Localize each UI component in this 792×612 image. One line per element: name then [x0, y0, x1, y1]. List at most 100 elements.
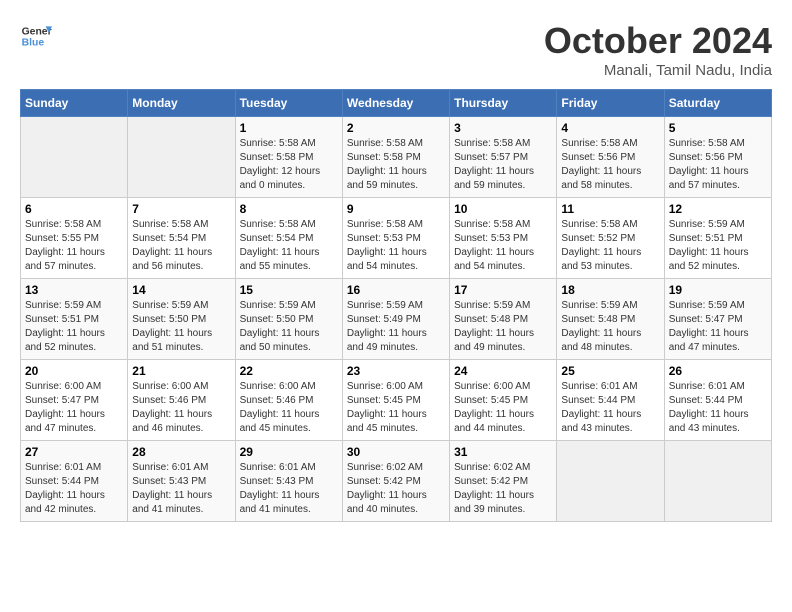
day-info: Sunrise: 6:01 AM Sunset: 5:43 PM Dayligh…: [132, 461, 230, 517]
day-number: 6: [25, 202, 123, 216]
day-info: Sunrise: 6:01 AM Sunset: 5:44 PM Dayligh…: [25, 461, 123, 517]
day-number: 23: [347, 364, 445, 378]
calendar-cell: 4 Sunrise: 5:58 AM Sunset: 5:56 PM Daylig…: [557, 117, 664, 198]
calendar-cell: 28 Sunrise: 6:01 AM Sunset: 5:43 PM Dayli…: [128, 441, 235, 522]
day-number: 3: [454, 121, 552, 135]
day-number: 2: [347, 121, 445, 135]
calendar-cell: 31 Sunrise: 6:02 AM Sunset: 5:42 PM Dayli…: [450, 441, 557, 522]
day-number: 29: [240, 445, 338, 459]
calendar-cell: 24 Sunrise: 6:00 AM Sunset: 5:45 PM Dayli…: [450, 360, 557, 441]
day-info: Sunrise: 5:58 AM Sunset: 5:54 PM Dayligh…: [132, 218, 230, 274]
day-info: Sunrise: 6:00 AM Sunset: 5:47 PM Dayligh…: [25, 380, 123, 436]
svg-text:Blue: Blue: [22, 38, 45, 49]
day-info: Sunrise: 6:01 AM Sunset: 5:44 PM Dayligh…: [669, 380, 767, 436]
day-info: Sunrise: 6:01 AM Sunset: 5:43 PM Dayligh…: [240, 461, 338, 517]
day-info: Sunrise: 5:59 AM Sunset: 5:51 PM Dayligh…: [25, 299, 123, 355]
calendar-cell: 12 Sunrise: 5:59 AM Sunset: 5:51 PM Dayli…: [664, 198, 771, 279]
day-number: 28: [132, 445, 230, 459]
day-info: Sunrise: 5:58 AM Sunset: 5:52 PM Dayligh…: [561, 218, 659, 274]
day-number: 8: [240, 202, 338, 216]
calendar-cell: 22 Sunrise: 6:00 AM Sunset: 5:46 PM Dayli…: [235, 360, 342, 441]
day-number: 15: [240, 283, 338, 297]
day-number: 5: [669, 121, 767, 135]
day-info: Sunrise: 5:59 AM Sunset: 5:47 PM Dayligh…: [669, 299, 767, 355]
day-info: Sunrise: 5:59 AM Sunset: 5:48 PM Dayligh…: [454, 299, 552, 355]
day-number: 17: [454, 283, 552, 297]
day-number: 14: [132, 283, 230, 297]
calendar-cell: 16 Sunrise: 5:59 AM Sunset: 5:49 PM Dayli…: [342, 279, 449, 360]
logo: General Blue: [20, 20, 52, 52]
calendar-cell: 6 Sunrise: 5:58 AM Sunset: 5:55 PM Daylig…: [21, 198, 128, 279]
day-number: 26: [669, 364, 767, 378]
calendar-cell: 19 Sunrise: 5:59 AM Sunset: 5:47 PM Dayli…: [664, 279, 771, 360]
day-header-wednesday: Wednesday: [342, 90, 449, 117]
day-number: 18: [561, 283, 659, 297]
calendar-cell: 23 Sunrise: 6:00 AM Sunset: 5:45 PM Dayli…: [342, 360, 449, 441]
day-number: 9: [347, 202, 445, 216]
day-info: Sunrise: 5:58 AM Sunset: 5:57 PM Dayligh…: [454, 137, 552, 193]
day-info: Sunrise: 5:58 AM Sunset: 5:53 PM Dayligh…: [347, 218, 445, 274]
calendar-table: SundayMondayTuesdayWednesdayThursdayFrid…: [20, 89, 772, 522]
calendar-cell: 21Sunrise: 6:00 AM Sunset: 5:46 PM Dayli…: [128, 360, 235, 441]
day-info: Sunrise: 6:00 AM Sunset: 5:45 PM Dayligh…: [347, 380, 445, 436]
calendar-cell: 25 Sunrise: 6:01 AM Sunset: 5:44 PM Dayli…: [557, 360, 664, 441]
day-number: 1: [240, 121, 338, 135]
day-info: Sunrise: 6:01 AM Sunset: 5:44 PM Dayligh…: [561, 380, 659, 436]
day-number: 19: [669, 283, 767, 297]
calendar-cell: 30 Sunrise: 6:02 AM Sunset: 5:42 PM Dayli…: [342, 441, 449, 522]
day-info: Sunrise: 5:59 AM Sunset: 5:50 PM Dayligh…: [240, 299, 338, 355]
day-info: Sunrise: 5:59 AM Sunset: 5:50 PM Dayligh…: [132, 299, 230, 355]
calendar-cell: 5Sunrise: 5:58 AM Sunset: 5:56 PM Daylig…: [664, 117, 771, 198]
day-header-sunday: Sunday: [21, 90, 128, 117]
calendar-cell: [128, 117, 235, 198]
day-number: 25: [561, 364, 659, 378]
day-number: 22: [240, 364, 338, 378]
day-number: 16: [347, 283, 445, 297]
day-info: Sunrise: 5:58 AM Sunset: 5:56 PM Dayligh…: [561, 137, 659, 193]
calendar-cell: 13Sunrise: 5:59 AM Sunset: 5:51 PM Dayli…: [21, 279, 128, 360]
calendar-cell: 26 Sunrise: 6:01 AM Sunset: 5:44 PM Dayli…: [664, 360, 771, 441]
calendar-cell: 9 Sunrise: 5:58 AM Sunset: 5:53 PM Daylig…: [342, 198, 449, 279]
day-number: 21: [132, 364, 230, 378]
day-number: 20: [25, 364, 123, 378]
day-number: 27: [25, 445, 123, 459]
calendar-cell: 14 Sunrise: 5:59 AM Sunset: 5:50 PM Dayli…: [128, 279, 235, 360]
calendar-cell: 18 Sunrise: 5:59 AM Sunset: 5:48 PM Dayli…: [557, 279, 664, 360]
calendar-cell: 8Sunrise: 5:58 AM Sunset: 5:54 PM Daylig…: [235, 198, 342, 279]
day-header-saturday: Saturday: [664, 90, 771, 117]
day-number: 30: [347, 445, 445, 459]
day-info: Sunrise: 5:58 AM Sunset: 5:53 PM Dayligh…: [454, 218, 552, 274]
day-info: Sunrise: 5:58 AM Sunset: 5:58 PM Dayligh…: [347, 137, 445, 193]
day-info: Sunrise: 5:59 AM Sunset: 5:49 PM Dayligh…: [347, 299, 445, 355]
day-number: 10: [454, 202, 552, 216]
calendar-cell: 7 Sunrise: 5:58 AM Sunset: 5:54 PM Daylig…: [128, 198, 235, 279]
day-number: 4: [561, 121, 659, 135]
day-header-tuesday: Tuesday: [235, 90, 342, 117]
day-info: Sunrise: 5:59 AM Sunset: 5:48 PM Dayligh…: [561, 299, 659, 355]
calendar-cell: 17 Sunrise: 5:59 AM Sunset: 5:48 PM Dayli…: [450, 279, 557, 360]
day-header-thursday: Thursday: [450, 90, 557, 117]
calendar-cell: 15 Sunrise: 5:59 AM Sunset: 5:50 PM Dayli…: [235, 279, 342, 360]
day-number: 11: [561, 202, 659, 216]
calendar-cell: 27 Sunrise: 6:01 AM Sunset: 5:44 PM Dayli…: [21, 441, 128, 522]
day-info: Sunrise: 5:59 AM Sunset: 5:51 PM Dayligh…: [669, 218, 767, 274]
calendar-cell: 2 Sunrise: 5:58 AM Sunset: 5:58 PM Daylig…: [342, 117, 449, 198]
month-title: October 2024: [544, 20, 772, 62]
day-info: Sunrise: 6:02 AM Sunset: 5:42 PM Dayligh…: [454, 461, 552, 517]
day-info: Sunrise: 6:00 AM Sunset: 5:45 PM Dayligh…: [454, 380, 552, 436]
day-number: 7: [132, 202, 230, 216]
day-number: 24: [454, 364, 552, 378]
day-number: 12: [669, 202, 767, 216]
calendar-cell: [664, 441, 771, 522]
day-info: Sunrise: 5:58 AM Sunset: 5:55 PM Dayligh…: [25, 218, 123, 274]
calendar-cell: 10 Sunrise: 5:58 AM Sunset: 5:53 PM Dayli…: [450, 198, 557, 279]
day-header-friday: Friday: [557, 90, 664, 117]
calendar-cell: 1Sunrise: 5:58 AM Sunset: 5:58 PM Daylig…: [235, 117, 342, 198]
location-subtitle: Manali, Tamil Nadu, India: [544, 62, 772, 79]
day-header-monday: Monday: [128, 90, 235, 117]
day-number: 31: [454, 445, 552, 459]
day-info: Sunrise: 6:00 AM Sunset: 5:46 PM Dayligh…: [240, 380, 338, 436]
calendar-cell: [21, 117, 128, 198]
calendar-cell: 20 Sunrise: 6:00 AM Sunset: 5:47 PM Dayli…: [21, 360, 128, 441]
day-info: Sunrise: 6:02 AM Sunset: 5:42 PM Dayligh…: [347, 461, 445, 517]
